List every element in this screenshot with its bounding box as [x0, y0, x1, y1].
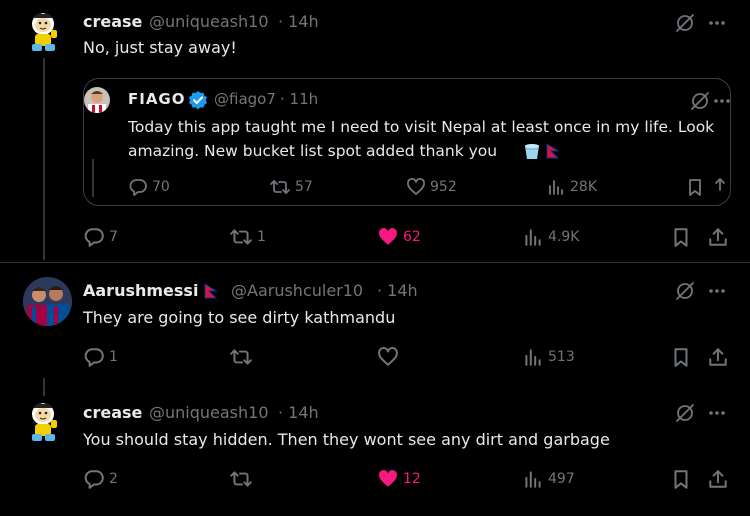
quote-reply-button[interactable]: 70 [128, 177, 170, 197]
quote-text-line-1: Today this app taught me I need to visit… [128, 118, 715, 136]
more-icon[interactable] [706, 402, 728, 424]
views-icon [522, 226, 544, 248]
avatar-aarushmessi[interactable] [23, 277, 72, 326]
more-icon[interactable] [712, 90, 730, 112]
nepal-flag [546, 143, 560, 159]
grok-icon[interactable] [689, 90, 711, 112]
like-count: 62 [403, 229, 421, 245]
reply-icon [128, 177, 148, 197]
tweet-separator [0, 262, 750, 263]
avatar-crease[interactable] [22, 400, 66, 444]
quote-text-line-2: amazing. New bucket list spot added than… [128, 142, 498, 160]
quote-timestamp[interactable]: · 11h [280, 90, 318, 108]
views-icon [522, 346, 544, 368]
like-icon [377, 346, 399, 368]
author-name[interactable]: Aarushmessi [83, 281, 198, 300]
bookmark-icon[interactable] [685, 177, 705, 197]
bucket-emoji [522, 141, 542, 161]
retweet-button[interactable] [229, 346, 257, 368]
share-icon[interactable] [707, 468, 729, 490]
nepal-flag [204, 283, 218, 299]
retweet-icon [269, 177, 291, 197]
like-button[interactable]: 62 [377, 226, 421, 248]
grok-icon[interactable] [674, 12, 696, 34]
reply-button[interactable]: 1 [83, 346, 118, 368]
like-icon [377, 468, 399, 490]
reply-button[interactable]: 2 [83, 468, 118, 490]
author-name[interactable]: crease [83, 12, 142, 31]
retweet-icon [229, 346, 253, 368]
share-icon[interactable] [712, 177, 728, 197]
retweet-icon [229, 468, 253, 490]
reply-count: 1 [109, 349, 118, 365]
avatar-fiago[interactable] [84, 87, 110, 113]
retweet-icon [229, 226, 253, 248]
share-icon[interactable] [707, 226, 729, 248]
share-icon[interactable] [707, 346, 729, 368]
reply-icon [83, 226, 105, 248]
grok-icon[interactable] [674, 402, 696, 424]
retweet-button[interactable]: 1 [229, 226, 266, 248]
more-icon[interactable] [706, 12, 728, 34]
quote-views-button[interactable]: 28K [546, 177, 597, 197]
views-icon [522, 468, 544, 490]
quote-retweet-count: 57 [295, 179, 313, 195]
like-icon [377, 226, 399, 248]
reply-icon [83, 468, 105, 490]
grok-icon[interactable] [674, 280, 696, 302]
views-button[interactable]: 497 [522, 468, 575, 490]
quote-like-count: 952 [430, 179, 457, 195]
views-button[interactable]: 513 [522, 346, 575, 368]
bookmark-icon[interactable] [670, 468, 692, 490]
tweet-text: No, just stay away! [83, 38, 237, 57]
like-button[interactable] [377, 346, 403, 368]
retweet-button[interactable] [229, 468, 257, 490]
quote-views-count: 28K [570, 179, 597, 195]
bookmark-icon[interactable] [670, 226, 692, 248]
reply-count: 7 [109, 229, 118, 245]
timestamp[interactable]: · 14h [278, 403, 319, 422]
author-handle[interactable]: @Aarushculer10 [231, 281, 363, 300]
thread-line [43, 58, 45, 260]
quote-like-button[interactable]: 952 [406, 177, 457, 197]
quote-retweet-button[interactable]: 57 [269, 177, 313, 197]
reply-button[interactable]: 7 [83, 226, 118, 248]
author-name[interactable]: crease [83, 403, 142, 422]
views-count: 4.9K [548, 229, 580, 245]
avatar-crease[interactable] [22, 10, 66, 54]
author-handle[interactable]: @uniqueash10 [149, 403, 269, 422]
quote-reply-count: 70 [152, 179, 170, 195]
like-count: 12 [403, 471, 421, 487]
views-button[interactable]: 4.9K [522, 226, 579, 248]
timestamp[interactable]: · 14h [377, 281, 418, 300]
tweet-text: They are going to see dirty kathmandu [83, 308, 396, 327]
reply-count: 2 [109, 471, 118, 487]
quote-author-name[interactable]: FIAGO [128, 90, 186, 108]
like-icon [406, 177, 426, 197]
timestamp[interactable]: · 14h [278, 12, 319, 31]
quote-thread-line [92, 159, 94, 197]
bookmark-icon[interactable] [670, 346, 692, 368]
views-icon [546, 177, 566, 197]
verified-icon [188, 90, 208, 110]
more-icon[interactable] [706, 280, 728, 302]
author-handle[interactable]: @uniqueash10 [149, 12, 269, 31]
thread-line [43, 378, 45, 396]
reply-icon [83, 346, 105, 368]
views-count: 497 [548, 471, 575, 487]
like-button[interactable]: 12 [377, 468, 421, 490]
tweet-text: You should stay hidden. Then they wont s… [83, 430, 610, 449]
views-count: 513 [548, 349, 575, 365]
retweet-count: 1 [257, 229, 266, 245]
quote-tweet[interactable]: FIAGO @fiago7 · 11h Today this app taugh… [83, 78, 731, 206]
quote-author-handle[interactable]: @fiago7 [214, 90, 276, 108]
